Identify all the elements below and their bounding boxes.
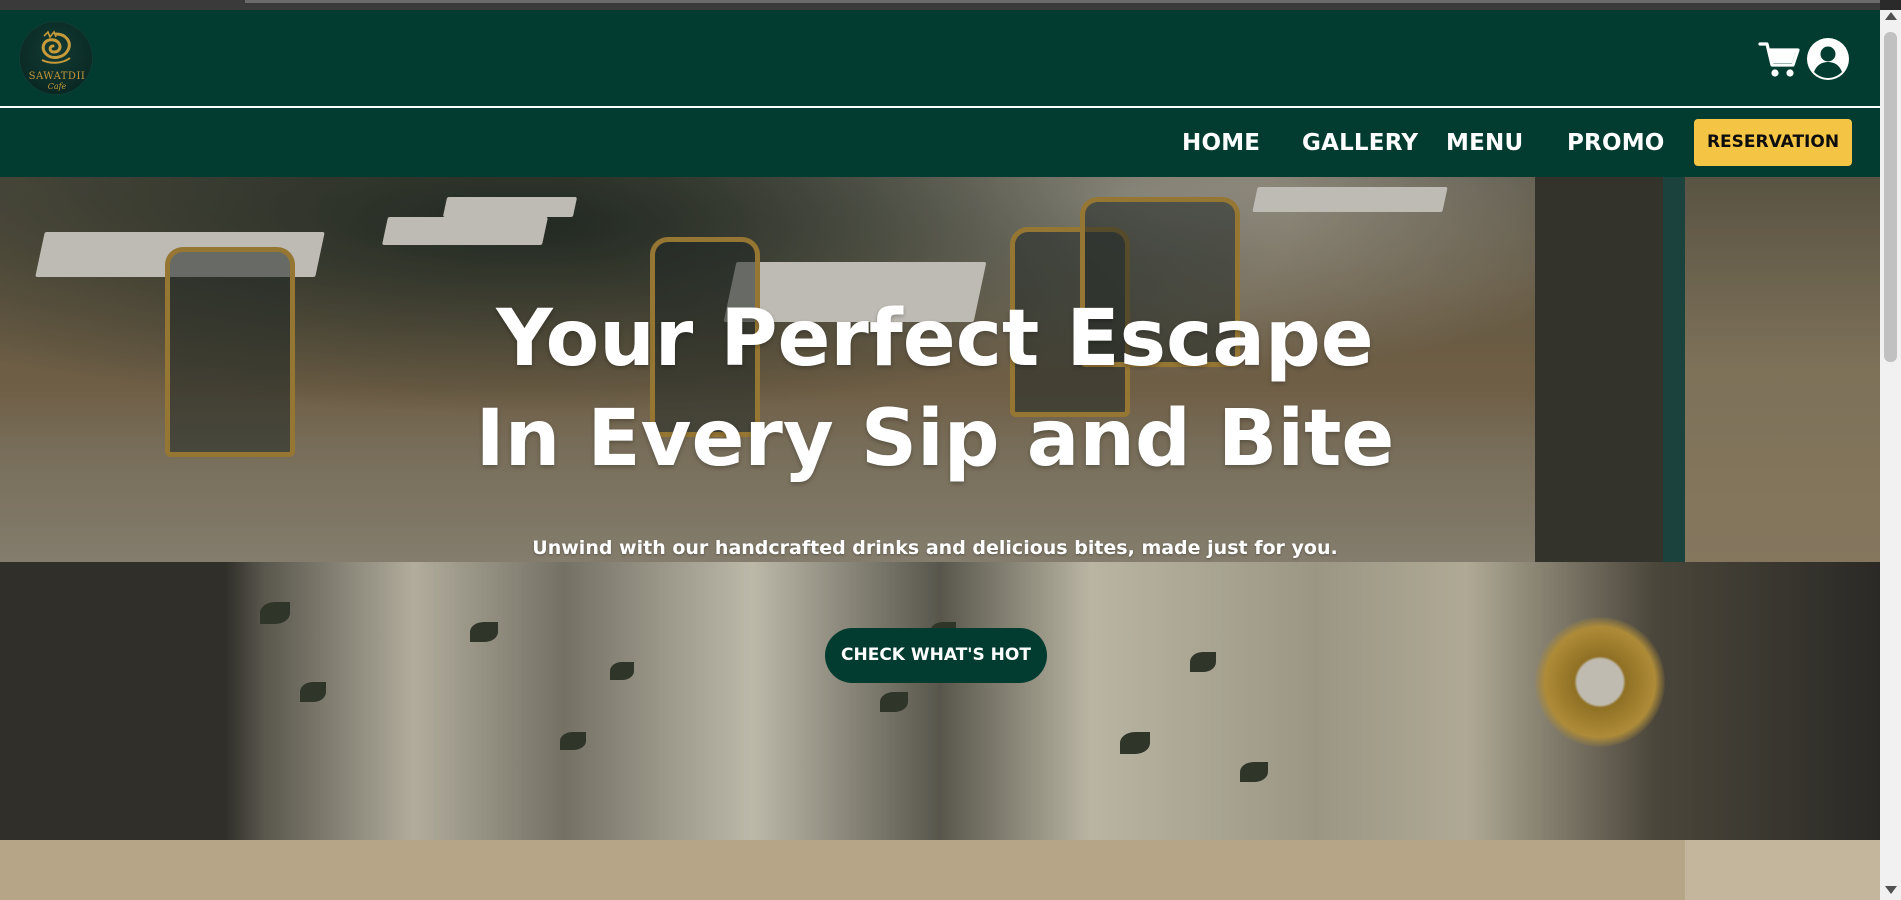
hero-title-line-2: In Every Sip and Bite: [475, 394, 1395, 484]
nav-item-menu[interactable]: MENU: [1446, 128, 1523, 158]
hero-subtitle: Unwind with our handcrafted drinks and d…: [532, 537, 1338, 559]
scroll-up-arrow-icon[interactable]: [1885, 12, 1897, 20]
logo-brand-text: SAWATDII: [28, 71, 86, 82]
hero-bottom-band-right: [1685, 840, 1880, 900]
main-nav: HOME GALLERY MENU PROMO RESERVATION: [0, 108, 1880, 177]
nav-item-gallery[interactable]: GALLERY: [1302, 128, 1418, 158]
user-icon[interactable]: [1806, 37, 1850, 81]
scroll-down-arrow-icon[interactable]: [1885, 886, 1897, 894]
hero-title-line-1: Your Perfect Escape: [496, 294, 1374, 384]
reservation-button[interactable]: RESERVATION: [1694, 119, 1852, 166]
site-header: SAWATDII Cafe: [0, 10, 1880, 108]
cart-icon[interactable]: [1758, 38, 1800, 80]
logo[interactable]: SAWATDII Cafe: [19, 21, 93, 95]
browser-tab-highlight: [245, 0, 1880, 3]
page-scrollbar[interactable]: [1880, 10, 1901, 900]
hero-overlay: [0, 177, 1880, 840]
nav-item-home[interactable]: HOME: [1182, 128, 1260, 158]
page: SAWATDII Cafe HOME GALLERY MENU PROMO RE…: [0, 10, 1880, 900]
scroll-thumb[interactable]: [1884, 32, 1897, 362]
hero-section: Your Perfect Escape In Every Sip and Bit…: [0, 177, 1880, 900]
logo-swirl-icon: [41, 30, 71, 64]
browser-top-strip: [0, 0, 1880, 10]
check-whats-hot-button[interactable]: CHECK WHAT'S HOT: [825, 628, 1047, 683]
nav-item-promo[interactable]: PROMO: [1567, 128, 1665, 158]
logo-sub-text: Cafe: [47, 82, 67, 91]
hero-bottom-band: [0, 840, 1685, 900]
hero-title: Your Perfect Escape In Every Sip and Bit…: [0, 289, 1870, 489]
